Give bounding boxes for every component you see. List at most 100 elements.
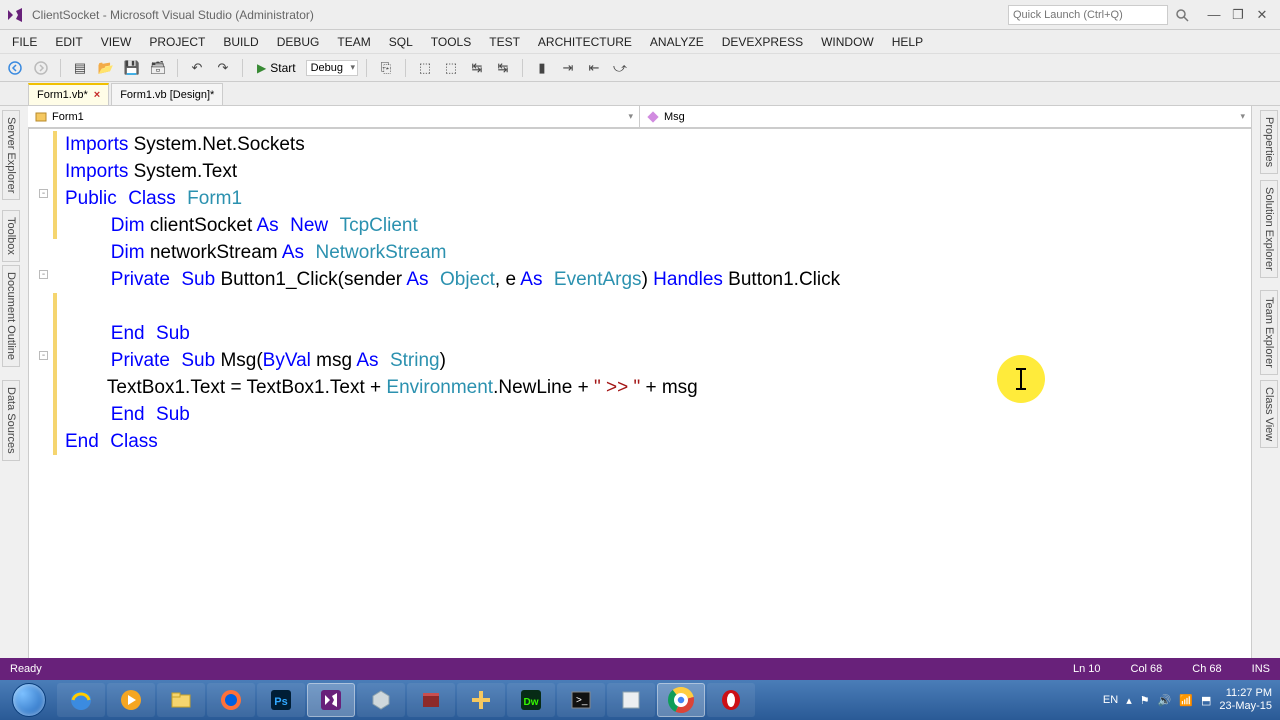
status-line: Ln 10 xyxy=(1073,663,1101,675)
code-area[interactable]: Imports System.Net.Sockets Imports Syste… xyxy=(65,129,1251,455)
status-ins: INS xyxy=(1252,663,1270,675)
menu-view[interactable]: VIEW xyxy=(93,33,140,51)
minimize-button[interactable]: — xyxy=(1202,5,1226,25)
menu-sql[interactable]: SQL xyxy=(381,33,421,51)
cmd-icon[interactable]: >_ xyxy=(557,683,605,717)
nav-fwd-button[interactable] xyxy=(30,57,52,79)
quick-launch-input[interactable] xyxy=(1008,5,1168,25)
wmp-icon[interactable] xyxy=(107,683,155,717)
menu-tools[interactable]: TOOLS xyxy=(423,33,479,51)
toolbar-btn-1[interactable]: ⎘ xyxy=(375,57,397,79)
clock[interactable]: 11:27 PM 23-May-15 xyxy=(1219,687,1272,713)
ie-icon[interactable] xyxy=(57,683,105,717)
status-ready: Ready xyxy=(10,663,42,675)
menu-project[interactable]: PROJECT xyxy=(141,33,213,51)
app-icon-3[interactable] xyxy=(457,683,505,717)
document-outline-tab[interactable]: Document Outline xyxy=(2,265,20,367)
toolbar-btn-9[interactable]: ⤻ xyxy=(609,57,631,79)
outline-toggle[interactable]: - xyxy=(39,351,48,360)
opera-icon[interactable] xyxy=(707,683,755,717)
menu-help[interactable]: HELP xyxy=(884,33,931,51)
tab-form1-vb[interactable]: Form1.vb*× xyxy=(28,83,109,105)
menu-architecture[interactable]: ARCHITECTURE xyxy=(530,33,640,51)
menu-debug[interactable]: DEBUG xyxy=(269,33,328,51)
save-button[interactable]: 💾 xyxy=(121,57,143,79)
toolbar-btn-6[interactable]: ▮ xyxy=(531,57,553,79)
window-title: ClientSocket - Microsoft Visual Studio (… xyxy=(32,8,1008,22)
menu-bar: FILE EDIT VIEW PROJECT BUILD DEBUG TEAM … xyxy=(0,30,1280,54)
save-all-button[interactable]: 🗃 xyxy=(147,57,169,79)
menu-window[interactable]: WINDOW xyxy=(813,33,882,51)
app-icon-4[interactable] xyxy=(607,683,655,717)
menu-analyze[interactable]: ANALYZE xyxy=(642,33,712,51)
windows-taskbar: Ps Dw >_ EN ▴ ⚑ 🔊 📶 ⬒ 11:27 PM 23-May-15 xyxy=(0,680,1280,720)
toolbar-btn-4[interactable]: ↹ xyxy=(466,57,488,79)
member-nav-combo[interactable]: Msg xyxy=(640,106,1252,127)
code-editor[interactable]: - - - Imports System.Net.Sockets Imports… xyxy=(28,128,1252,662)
toolbar-btn-2[interactable]: ⬚ xyxy=(414,57,436,79)
volume-icon[interactable]: 🔊 xyxy=(1158,694,1172,707)
start-button[interactable] xyxy=(2,680,56,720)
svg-text:Ps: Ps xyxy=(274,696,287,708)
tray-icon[interactable]: ⬒ xyxy=(1201,694,1211,707)
solution-explorer-tab[interactable]: Solution Explorer xyxy=(1260,180,1278,278)
nav-bar: Form1 Msg xyxy=(28,106,1252,128)
flag-icon[interactable]: ⚑ xyxy=(1140,694,1150,707)
data-sources-tab[interactable]: Data Sources xyxy=(2,380,20,461)
explorer-icon[interactable] xyxy=(157,683,205,717)
app-icon-1[interactable] xyxy=(357,683,405,717)
visualstudio-icon[interactable] xyxy=(307,683,355,717)
toolbar: ▤ 📂 💾 🗃 ↶ ↷ ▶Start Debug ⎘ ⬚ ⬚ ↹ ↹ ▮ ⇥ ⇤… xyxy=(0,54,1280,82)
windows-orb-icon xyxy=(12,683,46,717)
open-button[interactable]: 📂 xyxy=(95,57,117,79)
maximize-button[interactable]: ❐ xyxy=(1226,5,1250,25)
toolbox-tab[interactable]: Toolbox xyxy=(2,210,20,262)
menu-test[interactable]: TEST xyxy=(481,33,528,51)
undo-button[interactable]: ↶ xyxy=(186,57,208,79)
start-debug-button[interactable]: ▶Start xyxy=(251,61,302,75)
config-combo[interactable]: Debug xyxy=(306,60,358,76)
outline-toggle[interactable]: - xyxy=(39,189,48,198)
nav-back-button[interactable] xyxy=(4,57,26,79)
team-explorer-tab[interactable]: Team Explorer xyxy=(1260,290,1278,375)
lang-indicator[interactable]: EN xyxy=(1103,694,1118,706)
close-button[interactable]: ✕ xyxy=(1250,5,1274,25)
status-col: Col 68 xyxy=(1131,663,1163,675)
change-bar xyxy=(53,131,57,239)
tray-up-icon[interactable]: ▴ xyxy=(1126,694,1132,707)
class-icon xyxy=(34,110,48,124)
document-tabs: Form1.vb*× Form1.vb [Design]* xyxy=(0,82,1280,106)
photoshop-icon[interactable]: Ps xyxy=(257,683,305,717)
method-icon xyxy=(646,110,660,124)
class-nav-combo[interactable]: Form1 xyxy=(28,106,640,127)
properties-tab[interactable]: Properties xyxy=(1260,110,1278,174)
toolbar-btn-7[interactable]: ⇥ xyxy=(557,57,579,79)
server-explorer-tab[interactable]: Server Explorer xyxy=(2,110,20,200)
tab-form1-design[interactable]: Form1.vb [Design]* xyxy=(111,83,223,105)
app-icon-2[interactable] xyxy=(407,683,455,717)
status-bar: Ready Ln 10 Col 68 Ch 68 INS xyxy=(0,658,1280,680)
vs-logo-icon xyxy=(6,6,24,24)
menu-team[interactable]: TEAM xyxy=(329,33,378,51)
outline-toggle[interactable]: - xyxy=(39,270,48,279)
menu-devexpress[interactable]: DEVEXPRESS xyxy=(714,33,811,51)
toolbar-btn-8[interactable]: ⇤ xyxy=(583,57,605,79)
search-icon[interactable] xyxy=(1172,5,1192,25)
menu-build[interactable]: BUILD xyxy=(215,33,266,51)
toolbar-btn-3[interactable]: ⬚ xyxy=(440,57,462,79)
network-icon[interactable]: 📶 xyxy=(1179,694,1193,707)
system-tray[interactable]: EN ▴ ⚑ 🔊 📶 ⬒ 11:27 PM 23-May-15 xyxy=(1103,687,1278,713)
redo-button[interactable]: ↷ xyxy=(212,57,234,79)
svg-text:Dw: Dw xyxy=(524,697,539,708)
menu-file[interactable]: FILE xyxy=(4,33,45,51)
svg-text:>_: >_ xyxy=(576,695,588,706)
firefox-icon[interactable] xyxy=(207,683,255,717)
class-view-tab[interactable]: Class View xyxy=(1260,380,1278,448)
dreamweaver-icon[interactable]: Dw xyxy=(507,683,555,717)
toolbar-btn-5[interactable]: ↹ xyxy=(492,57,514,79)
chrome-icon[interactable] xyxy=(657,683,705,717)
title-bar: ClientSocket - Microsoft Visual Studio (… xyxy=(0,0,1280,30)
new-project-button[interactable]: ▤ xyxy=(69,57,91,79)
close-icon[interactable]: × xyxy=(94,89,100,101)
menu-edit[interactable]: EDIT xyxy=(47,33,90,51)
